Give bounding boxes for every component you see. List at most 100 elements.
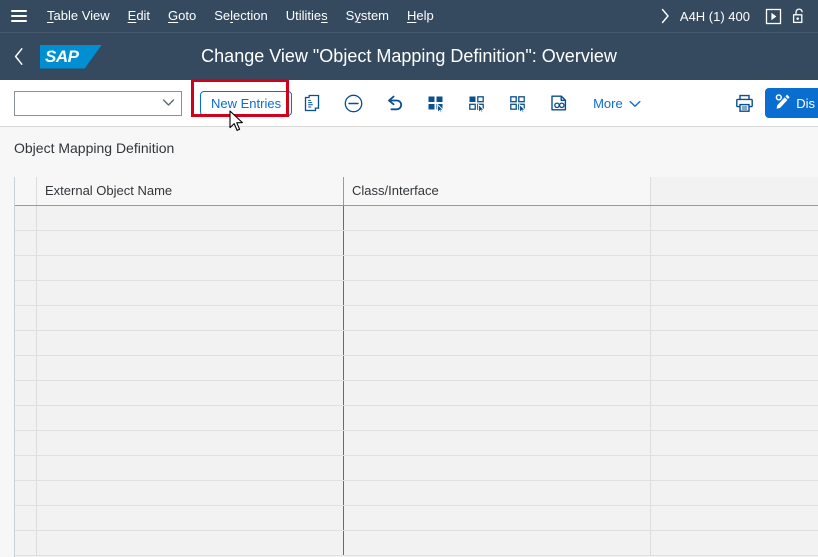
cell-class-interface[interactable] [344, 206, 651, 230]
menu-item-table-view[interactable]: Table View [38, 0, 119, 32]
row-select-cell[interactable] [15, 431, 37, 455]
table-row[interactable] [15, 256, 818, 281]
cell-external-object-name[interactable] [37, 381, 344, 405]
table-row[interactable] [15, 306, 818, 331]
menu-item-help[interactable]: Help [398, 0, 443, 32]
cell-class-interface[interactable] [344, 381, 651, 405]
cell-external-object-name[interactable] [37, 356, 344, 380]
row-select-cell[interactable] [15, 331, 37, 355]
row-select-cell[interactable] [15, 356, 37, 380]
menu-item-edit[interactable]: Edit [119, 0, 159, 32]
table-row[interactable] [15, 381, 818, 406]
cell-class-interface[interactable] [344, 281, 651, 305]
select-block-icon[interactable] [456, 85, 497, 121]
row-select-cell[interactable] [15, 406, 37, 430]
menu-item-label: stem [360, 8, 389, 23]
menu-item-selection[interactable]: Selection [205, 0, 277, 32]
cell-external-object-name[interactable] [37, 531, 344, 555]
cell-external-object-name[interactable] [37, 431, 344, 455]
row-select-cell[interactable] [15, 281, 37, 305]
cell-class-interface[interactable] [344, 306, 651, 330]
back-chevron-icon[interactable] [0, 33, 38, 81]
pencil-edit-icon [774, 93, 791, 113]
row-select-cell[interactable] [15, 481, 37, 505]
cell-class-interface[interactable] [344, 531, 651, 555]
chevron-right-icon[interactable] [652, 8, 678, 24]
row-select-cell[interactable] [15, 306, 37, 330]
sap-logo[interactable]: SAP [40, 44, 102, 69]
cell-external-object-name[interactable] [37, 481, 344, 505]
menu-item-system[interactable]: System [337, 0, 398, 32]
menu-item-utilities[interactable]: Utilities [277, 0, 337, 32]
cell-class-interface[interactable] [344, 356, 651, 380]
cell-external-object-name[interactable] [37, 456, 344, 480]
menu-item-prefix: Se [214, 8, 231, 23]
table-row[interactable] [15, 206, 818, 231]
row-select-cell[interactable] [15, 506, 37, 530]
row-select-cell[interactable] [15, 231, 37, 255]
column-header-class-interface[interactable]: Class/Interface [344, 177, 651, 205]
hamburger-menu-icon[interactable] [0, 0, 38, 32]
row-select-cell[interactable] [15, 456, 37, 480]
details-icon[interactable] [538, 85, 579, 121]
cell-external-object-name[interactable] [37, 206, 344, 230]
cell-class-interface[interactable] [344, 481, 651, 505]
cell-external-object-name[interactable] [37, 506, 344, 530]
printer-icon[interactable] [724, 85, 765, 121]
run-transaction-icon[interactable] [760, 0, 786, 32]
new-entries-button[interactable]: New Entries [200, 90, 293, 116]
column-header-external-object-name[interactable]: External Object Name [37, 177, 344, 205]
row-select-cell[interactable] [15, 256, 37, 280]
display-change-label: Dis [796, 95, 815, 111]
system-id-label: A4H (1) 400 [679, 8, 750, 24]
cell-filler [651, 506, 818, 530]
cell-class-interface[interactable] [344, 506, 651, 530]
cell-filler [651, 431, 818, 455]
cell-external-object-name[interactable] [37, 281, 344, 305]
view-selector-combobox[interactable] [14, 90, 182, 116]
table-row[interactable] [15, 481, 818, 506]
table-row[interactable] [15, 431, 818, 456]
table-row[interactable] [15, 506, 818, 531]
table-row[interactable] [15, 331, 818, 356]
row-select-cell[interactable] [15, 531, 37, 555]
cell-external-object-name[interactable] [37, 306, 344, 330]
cell-class-interface[interactable] [344, 406, 651, 430]
cell-external-object-name[interactable] [37, 406, 344, 430]
more-menu-button[interactable]: More [587, 88, 647, 118]
cell-class-interface[interactable] [344, 456, 651, 480]
menu-accel-key: G [168, 8, 179, 23]
row-select-cell[interactable] [15, 206, 37, 230]
cell-external-object-name[interactable] [37, 231, 344, 255]
menu-item-goto[interactable]: Goto [159, 0, 205, 32]
cell-class-interface[interactable] [344, 331, 651, 355]
deselect-all-icon[interactable] [497, 85, 538, 121]
cell-external-object-name[interactable] [37, 256, 344, 280]
select-all-column-header[interactable] [15, 177, 37, 205]
table-row[interactable] [15, 231, 818, 256]
unlocked-padlock-icon[interactable] [786, 0, 812, 32]
more-menu-label: More [593, 95, 623, 111]
table-row[interactable] [15, 356, 818, 381]
cell-class-interface[interactable] [344, 231, 651, 255]
table-row[interactable] [15, 406, 818, 431]
table-row[interactable] [15, 456, 818, 481]
cell-class-interface[interactable] [344, 431, 651, 455]
cell-filler [651, 256, 818, 280]
cell-filler [651, 481, 818, 505]
cell-filler [651, 531, 818, 555]
table-row[interactable] [15, 531, 818, 556]
delete-icon[interactable] [333, 85, 374, 121]
copy-as-icon[interactable] [292, 85, 333, 121]
undo-icon[interactable] [374, 85, 415, 121]
table-row[interactable] [15, 281, 818, 306]
row-select-cell[interactable] [15, 381, 37, 405]
title-bar: SAP Change View "Object Mapping Definiti… [0, 32, 818, 80]
cell-filler [651, 456, 818, 480]
menu-accel-key: s [321, 8, 328, 23]
application-toolbar: New Entries More Dis [0, 78, 818, 127]
select-all-icon[interactable] [415, 85, 456, 121]
cell-class-interface[interactable] [344, 256, 651, 280]
cell-external-object-name[interactable] [37, 331, 344, 355]
display-change-button[interactable]: Dis [765, 88, 818, 118]
